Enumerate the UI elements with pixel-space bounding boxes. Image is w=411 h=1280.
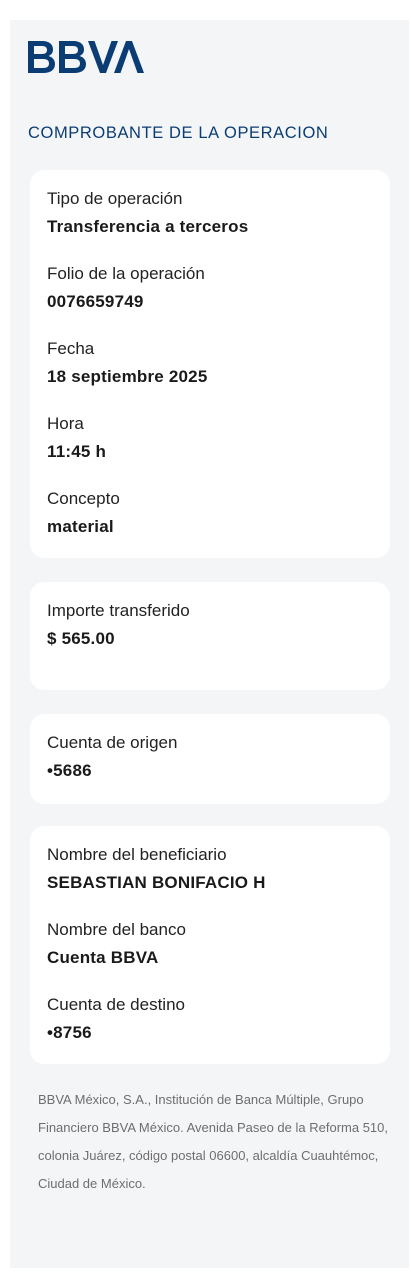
legal-footer: BBVA México, S.A., Institución de Banca …: [38, 1092, 388, 1191]
folio-value: 0076659749: [47, 292, 144, 311]
amount-card: Importe transferido $ 565.00: [30, 582, 390, 690]
time-field: Hora 11:45 h: [47, 413, 106, 463]
operation-type-label: Tipo de operación: [47, 189, 183, 208]
beneficiary-name-label: Nombre del beneficiario: [47, 845, 227, 864]
concept-field: Concepto material: [47, 488, 120, 538]
bank-name-field: Nombre del banco Cuenta BBVA: [47, 919, 186, 969]
origin-account-label: Cuenta de origen: [47, 733, 178, 752]
concept-value: material: [47, 517, 114, 536]
folio-label: Folio de la operación: [47, 264, 205, 283]
operation-type-field: Tipo de operación Transferencia a tercer…: [47, 188, 248, 238]
destination-account-label: Cuenta de destino: [47, 995, 185, 1014]
page-title: COMPROBANTE DE LA OPERACION: [28, 124, 329, 142]
origin-account-field: Cuenta de origen •5686: [47, 732, 177, 782]
beneficiary-name-field: Nombre del beneficiario SEBASTIAN BONIFA…: [47, 844, 266, 894]
bbva-logo: [28, 38, 158, 78]
amount-field: Importe transferido $ 565.00: [47, 600, 190, 650]
time-value: 11:45 h: [47, 442, 107, 461]
bank-name-label: Nombre del banco: [47, 920, 186, 939]
origin-account-card: Cuenta de origen •5686: [30, 714, 390, 804]
time-label: Hora: [47, 414, 84, 433]
operation-details-card: Tipo de operación Transferencia a tercer…: [30, 170, 390, 558]
beneficiary-card: Nombre del beneficiario SEBASTIAN BONIFA…: [30, 826, 390, 1064]
bank-name-value: Cuenta BBVA: [47, 948, 159, 967]
date-label: Fecha: [47, 339, 95, 358]
date-field: Fecha 18 septiembre 2025: [47, 338, 207, 388]
destination-account-field: Cuenta de destino •8756: [47, 994, 185, 1044]
folio-field: Folio de la operación 0076659749: [47, 263, 205, 313]
amount-label: Importe transferido: [47, 601, 190, 620]
destination-account-value: •8756: [47, 1023, 92, 1042]
date-value: 18 septiembre 2025: [47, 367, 208, 386]
operation-type-value: Transferencia a terceros: [47, 217, 249, 236]
amount-value: $ 565.00: [47, 629, 115, 648]
beneficiary-name-value: SEBASTIAN BONIFACIO H: [47, 873, 266, 892]
concept-label: Concepto: [47, 489, 120, 508]
origin-account-value: •5686: [47, 761, 92, 780]
receipt-page: COMPROBANTE DE LA OPERACION Tipo de oper…: [10, 20, 409, 1268]
